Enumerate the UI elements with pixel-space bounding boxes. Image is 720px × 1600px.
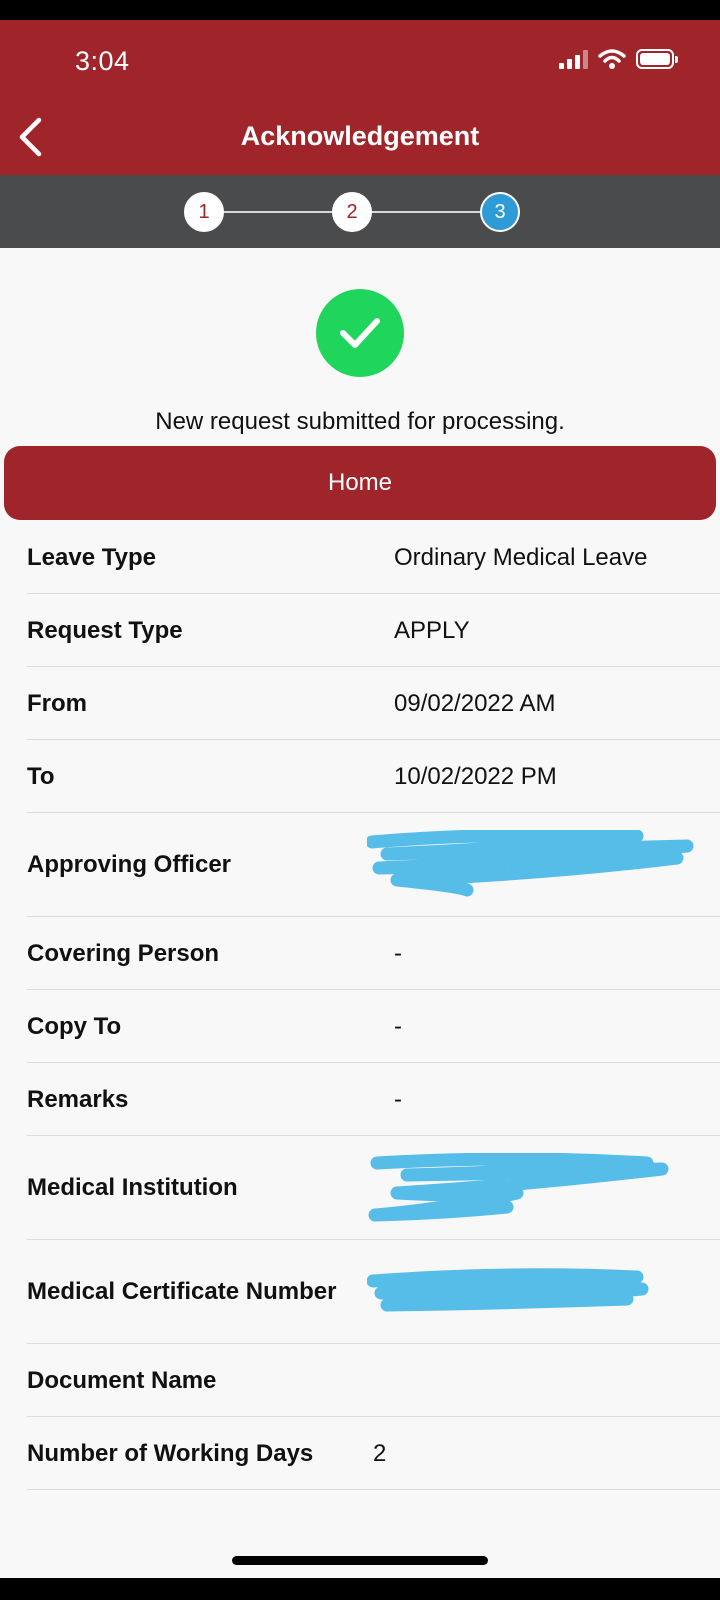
- redaction-scribble: [368, 1152, 669, 1221]
- status-time: 3:04: [75, 46, 130, 76]
- step-3: 3: [480, 192, 520, 232]
- detail-value: -: [394, 939, 402, 967]
- detail-label: Medical Institution: [27, 1174, 238, 1201]
- progress-stepper: 1 2 3: [0, 175, 720, 248]
- home-indicator[interactable]: [232, 1556, 488, 1565]
- detail-label: Document Name: [27, 1366, 217, 1394]
- detail-label: From: [27, 689, 87, 717]
- check-icon: [340, 318, 380, 348]
- confirmation-message: New request submitted for processing.: [155, 408, 565, 435]
- detail-label: Remarks: [27, 1085, 129, 1113]
- detail-row-copy-to: Copy To -: [27, 990, 720, 1063]
- detail-value-redacted: [367, 829, 720, 900]
- detail-row-remarks: Remarks -: [27, 1063, 720, 1136]
- detail-value: 09/02/2022 AM: [394, 689, 556, 717]
- detail-value: 2: [373, 1439, 387, 1467]
- detail-row-leave-type: Leave Type Ordinary Medical Leave: [27, 522, 720, 594]
- detail-label: Approving Officer: [27, 851, 232, 878]
- detail-value-redacted: [367, 1152, 720, 1223]
- detail-value: Ordinary Medical Leave: [394, 544, 648, 571]
- detail-row-request-type: Request Type APPLY: [27, 594, 720, 667]
- step-1: 1: [184, 192, 224, 232]
- detail-label: Covering Person: [27, 939, 220, 967]
- detail-row-approving-officer: Approving Officer: [27, 813, 720, 917]
- detail-row-medical-institution: Medical Institution: [27, 1136, 720, 1240]
- device-top-bezel: [0, 0, 720, 20]
- detail-value: APPLY: [394, 616, 470, 644]
- home-button[interactable]: Home: [4, 446, 716, 520]
- redaction-scribble: [367, 829, 694, 896]
- battery-icon: [636, 49, 678, 69]
- step-2: 2: [332, 192, 372, 232]
- detail-label: Medical Certificate Number: [27, 1278, 337, 1305]
- detail-label: Request Type: [27, 616, 183, 644]
- detail-row-to: To 10/02/2022 PM: [27, 740, 720, 813]
- detail-label: Number of Working Days: [27, 1439, 314, 1467]
- status-icons: [559, 48, 678, 70]
- cellular-signal-icon: [559, 49, 588, 69]
- redaction-scribble: [367, 1267, 649, 1311]
- device-bottom-bezel: [0, 1578, 720, 1600]
- detail-row-from: From 09/02/2022 AM: [27, 667, 720, 740]
- detail-label: To: [27, 762, 55, 790]
- app-header: 3:04 Acknowledgement: [0, 20, 720, 175]
- request-details-list: Leave Type Ordinary Medical Leave Reques…: [27, 522, 720, 1490]
- success-badge: [316, 289, 404, 377]
- page-title: Acknowledgement: [240, 121, 480, 151]
- detail-row-working-days: Number of Working Days 2: [27, 1417, 720, 1490]
- detail-value: -: [394, 1085, 402, 1113]
- wifi-icon: [598, 49, 626, 69]
- detail-label: Copy To: [27, 1012, 122, 1040]
- detail-value: 10/02/2022 PM: [394, 762, 557, 790]
- main-content: New request submitted for processing. Ho…: [0, 248, 720, 1578]
- detail-row-document-name: Document Name: [27, 1344, 720, 1417]
- detail-row-medical-certificate-number: Medical Certificate Number: [27, 1240, 720, 1344]
- step-connector: [224, 211, 332, 213]
- detail-label: Leave Type: [27, 544, 156, 571]
- detail-value: -: [394, 1012, 402, 1040]
- step-connector: [372, 211, 480, 213]
- detail-value-redacted: [367, 1267, 720, 1317]
- detail-row-covering-person: Covering Person -: [27, 917, 720, 990]
